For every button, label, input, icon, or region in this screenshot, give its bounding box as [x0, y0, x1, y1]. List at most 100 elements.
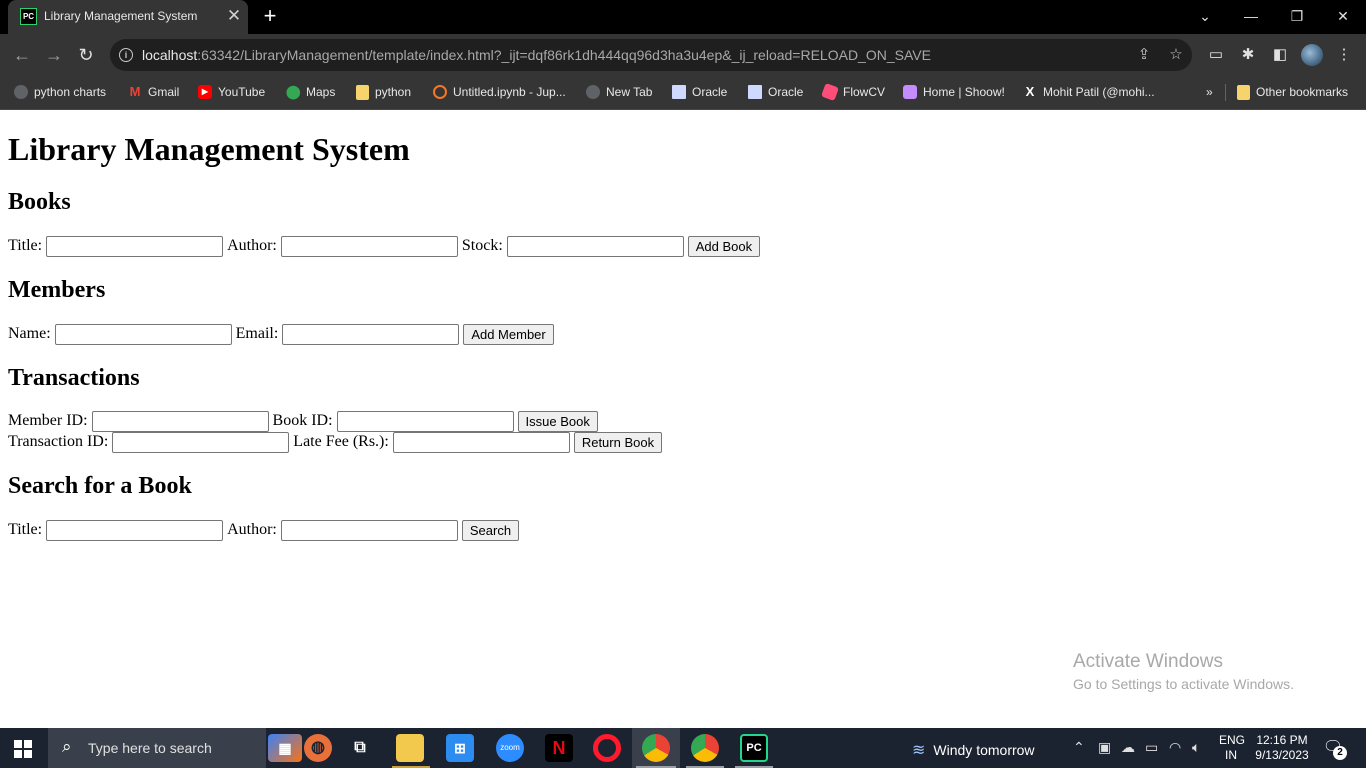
late-fee-input[interactable]: [392, 431, 570, 453]
chrome-profile-icon[interactable]: [691, 734, 719, 762]
issue-book-button[interactable]: Issue Book: [517, 410, 598, 432]
bookmark-oracle-1[interactable]: Oracle: [672, 83, 727, 101]
tray-chevron-icon[interactable]: ⌃: [1073, 739, 1085, 756]
book-title-input[interactable]: [46, 235, 224, 257]
youtube-icon: ▶: [198, 85, 212, 99]
address-bar[interactable]: i localhost:63342/LibraryManagement/temp…: [110, 39, 1192, 71]
wifi-icon[interactable]: ◠: [1169, 739, 1181, 756]
bookmark-label: Mohit Patil (@mohi...: [1043, 85, 1155, 99]
book-author-label: Author:: [227, 237, 277, 254]
bookmark-flowcv[interactable]: FlowCV: [821, 83, 885, 101]
restore-icon[interactable]: ❐: [1282, 4, 1312, 28]
bookmark-gmail[interactable]: M Gmail: [128, 83, 180, 101]
minimize-icon[interactable]: —: [1236, 4, 1266, 28]
member-name-input[interactable]: [54, 323, 232, 345]
file-explorer-icon[interactable]: [396, 734, 424, 762]
bookmark-label: Gmail: [148, 85, 180, 99]
bookmark-twitter[interactable]: X Mohit Patil (@mohi...: [1023, 83, 1155, 101]
search-author-input[interactable]: [280, 519, 458, 541]
bookmark-label: Home | Shoow!: [923, 85, 1005, 99]
search-title-input[interactable]: [46, 519, 224, 541]
extensions-puzzle-icon[interactable]: ✱: [1237, 44, 1259, 66]
bookmark-shoow[interactable]: Home | Shoow!: [903, 83, 1005, 101]
window-close-icon[interactable]: ✕: [1328, 4, 1358, 28]
side-panel-icon[interactable]: ◧: [1269, 44, 1291, 66]
globe-icon: [14, 85, 28, 99]
meet-now-icon[interactable]: ▣: [1098, 739, 1111, 756]
netflix-icon[interactable]: N: [545, 734, 573, 762]
system-clock[interactable]: 12:16 PM 9/13/2023: [1252, 733, 1312, 763]
book-author-input[interactable]: [280, 235, 458, 257]
transaction-id-input[interactable]: [112, 431, 290, 453]
tab-search-chevron-icon[interactable]: ⌄: [1190, 4, 1220, 28]
member-id-label: Member ID:: [8, 412, 88, 429]
region-code: IN: [1225, 748, 1237, 762]
taskbar-search-box[interactable]: ⌕ Type here to search: [48, 728, 266, 768]
bookmark-label: Other bookmarks: [1256, 85, 1349, 99]
add-book-button[interactable]: Add Book: [687, 235, 761, 257]
url-text[interactable]: localhost:63342/LibraryManagement/templa…: [142, 47, 931, 63]
bookmark-python-charts[interactable]: python charts: [14, 83, 106, 101]
bookmark-star-icon[interactable]: ☆: [1166, 45, 1186, 65]
bookmark-jupyter[interactable]: Untitled.ipynb - Jup...: [433, 83, 566, 101]
bookmark-maps[interactable]: ⬤ Maps: [286, 83, 335, 101]
member-name-label: Name:: [8, 325, 51, 342]
profile-avatar[interactable]: [1301, 44, 1323, 66]
kebab-menu-icon[interactable]: ⋮: [1333, 44, 1355, 66]
clock-time: 12:16 PM: [1256, 733, 1308, 747]
basketball-icon[interactable]: ◍: [304, 734, 332, 762]
return-book-form: Transaction ID: Late Fee (Rs.): Return B…: [8, 431, 663, 453]
reload-icon[interactable]: ↻: [74, 43, 98, 67]
search-button[interactable]: Search: [461, 519, 520, 541]
bookmark-oracle-2[interactable]: Oracle: [748, 83, 803, 101]
bookmark-python[interactable]: python: [356, 83, 411, 101]
forward-arrow-icon[interactable]: →: [42, 43, 66, 67]
back-arrow-icon[interactable]: ←: [10, 43, 34, 67]
issue-book-form: Member ID: Book ID: Issue Book: [8, 410, 598, 432]
bookmark-label: Oracle: [692, 85, 728, 99]
browser-toolbar: ← → ↻ i localhost:63342/LibraryManagemen…: [0, 34, 1366, 76]
bookmarks-bar: python charts M Gmail ▶ YouTube ⬤ Maps pyth…: [0, 76, 1366, 110]
flowcv-icon: [821, 83, 839, 101]
zoom-icon[interactable]: zoom: [496, 734, 524, 762]
task-view-icon[interactable]: ⧉: [346, 734, 374, 762]
browser-tab-active[interactable]: PC Library Management System ✕: [8, 0, 248, 34]
cast-icon[interactable]: ▭: [1205, 44, 1227, 66]
add-member-button[interactable]: Add Member: [463, 323, 554, 345]
bookmarks-overflow-icon[interactable]: »: [1206, 83, 1213, 101]
microsoft-store-icon[interactable]: ⊞: [446, 734, 474, 762]
onedrive-cloud-icon[interactable]: ☁: [1121, 739, 1135, 756]
language-indicator[interactable]: ENG IN: [1219, 733, 1245, 763]
member-id-input[interactable]: [91, 410, 269, 432]
url-path: :63342/LibraryManagement/template/index.…: [197, 47, 931, 63]
late-fee-label: Late Fee (Rs.):: [293, 433, 389, 450]
battery-icon[interactable]: ▭: [1145, 739, 1158, 756]
pycharm-icon[interactable]: PC: [740, 734, 768, 762]
bookmark-youtube[interactable]: ▶ YouTube: [198, 83, 265, 101]
page-content: Library Management System Books Title: A…: [0, 110, 1366, 728]
weather-text: Windy tomorrow: [933, 742, 1035, 758]
folder-icon: [1237, 84, 1250, 100]
bookmarks-divider: [1225, 84, 1226, 101]
site-info-icon[interactable]: i: [119, 48, 133, 62]
member-email-label: Email:: [235, 325, 279, 342]
volume-icon[interactable]: 🔈︎: [1192, 739, 1200, 756]
weather-widget[interactable]: ≋ Windy tomorrow: [912, 740, 1035, 760]
gmail-icon: M: [129, 84, 141, 99]
activate-windows-subtitle: Go to Settings to activate Windows.: [1073, 676, 1294, 692]
new-tab-icon[interactable]: +: [258, 5, 282, 29]
bookmark-other[interactable]: Other bookmarks: [1237, 83, 1348, 101]
return-book-button[interactable]: Return Book: [573, 431, 663, 453]
share-icon[interactable]: ⇪: [1134, 45, 1154, 65]
member-email-input[interactable]: [282, 323, 460, 345]
tab-close-icon[interactable]: ✕: [224, 6, 244, 26]
opera-icon[interactable]: [593, 734, 621, 762]
windows-start-icon[interactable]: [14, 740, 32, 758]
widgets-icon[interactable]: ▦: [268, 734, 302, 762]
chrome-icon[interactable]: [642, 734, 670, 762]
bookmark-new-tab[interactable]: New Tab: [586, 83, 652, 101]
book-stock-input[interactable]: [506, 235, 684, 257]
book-id-input[interactable]: [336, 410, 514, 432]
bookmark-label: YouTube: [218, 85, 266, 99]
clock-date: 9/13/2023: [1255, 748, 1309, 762]
